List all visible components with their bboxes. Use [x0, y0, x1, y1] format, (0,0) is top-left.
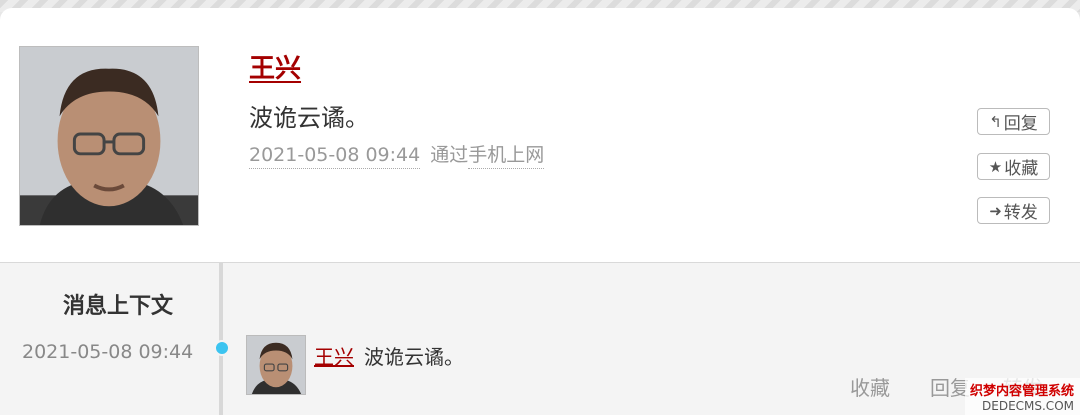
context-author-link[interactable]: 王兴: [314, 341, 354, 370]
watermark-line2: DEDECMS.COM: [982, 399, 1074, 413]
favorite-label: 收藏: [1004, 159, 1039, 179]
context-timestamp: 2021-05-08 09:44: [22, 341, 194, 363]
post-meta: 2021-05-08 09:44 通过手机上网: [249, 140, 545, 169]
forward-button[interactable]: ➜ 转发: [977, 197, 1050, 224]
forward-label: 转发: [1003, 203, 1038, 223]
arrow-right-icon: ➜: [989, 201, 1002, 220]
reply-label: 回复: [1003, 114, 1038, 134]
watermark-line1: 织梦内容管理系统: [969, 384, 1074, 399]
context-avatar[interactable]: [246, 335, 306, 395]
favorite-button[interactable]: ★ 收藏: [977, 153, 1050, 180]
star-icon: ★: [988, 157, 1003, 176]
context-title: 消息上下文: [63, 294, 174, 319]
via-source-link[interactable]: 手机上网: [468, 144, 545, 169]
reply-button[interactable]: ↰ 回复: [977, 108, 1050, 135]
author-name-link[interactable]: 王兴: [249, 48, 301, 85]
post-text: 波诡云谲。: [249, 104, 369, 132]
author-photo: [20, 47, 198, 225]
reply-icon: ↰: [989, 112, 1002, 131]
post-timestamp-link[interactable]: 2021-05-08 09:44: [249, 144, 421, 169]
timeline-line: [219, 263, 223, 415]
context-panel: [0, 263, 1080, 415]
context-text: 波诡云谲。: [364, 345, 464, 369]
context-reply-link[interactable]: 回复: [930, 372, 970, 401]
timeline-dot: [214, 340, 230, 356]
via-prefix: 通过: [430, 144, 469, 166]
watermark-logo: 织梦内容管理系统 DEDECMS.COM: [965, 378, 1080, 415]
author-avatar[interactable]: [19, 46, 199, 226]
context-favorite-link[interactable]: 收藏: [850, 372, 890, 401]
context-avatar-photo: [247, 336, 305, 394]
